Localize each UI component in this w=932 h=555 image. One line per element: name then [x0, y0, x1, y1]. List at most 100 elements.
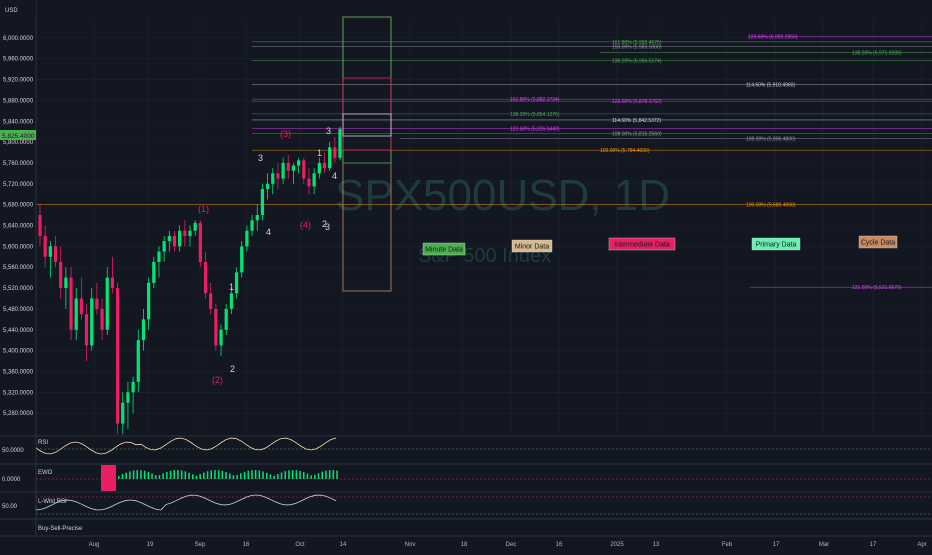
time-axis-label: 2025 [610, 542, 624, 548]
candle-body [260, 189, 265, 216]
rsi2-axis-value: 50.00 [2, 504, 18, 510]
candle-body [317, 162, 321, 174]
fib-label: 138.20% (5,854.1276) [510, 112, 560, 118]
ewo-bar [158, 475, 161, 479]
candle-body [286, 162, 290, 171]
price-axis-label: 5,480.0000 [3, 307, 34, 313]
ewo-bar [169, 470, 172, 479]
time-axis-label: 16 [556, 542, 563, 548]
price-axis-label: 5,840.0000 [3, 119, 34, 125]
ewo-bar [125, 472, 127, 479]
time-axis-label: 16 [243, 542, 250, 548]
time-axis-label: Dec [506, 542, 517, 548]
data-button-label: Minute Data [425, 247, 463, 254]
ewo-bar [236, 474, 238, 479]
price-axis-label: 5,320.0000 [3, 390, 34, 396]
wave-label: 4 [332, 171, 337, 181]
ewo-bar [314, 474, 316, 479]
candle-body [265, 183, 270, 190]
ewo-bar [221, 470, 224, 479]
candle-body [110, 277, 115, 289]
price-axis-label: 5,880.0000 [3, 98, 34, 104]
ewo-bar [188, 472, 190, 479]
price-axis-label: 5,640.0000 [3, 224, 34, 230]
ewo-bar [151, 473, 153, 479]
fib-label: 114.60% (5,842.5372) [612, 118, 661, 124]
price-axis-label: 5,800.0000 [3, 140, 34, 146]
chart-canvas[interactable]: SPX500USD, 1D S&P 500 Index 123.60% (6,0… [0, 0, 932, 550]
time-axis-label: 14 [340, 542, 347, 548]
candle-body [209, 293, 213, 309]
ewo-bar [162, 473, 164, 479]
data-button-primary-data[interactable]: Primary Data [751, 237, 801, 251]
ewo-bar [232, 475, 235, 479]
ewo-bar [155, 475, 157, 479]
projection-box-white [342, 113, 392, 137]
ewo-bar [166, 471, 168, 479]
candle-body [167, 235, 171, 242]
data-button-label: Intermediate Data [614, 242, 670, 249]
wave-label: 4 [266, 227, 271, 237]
fib-label: 114.60% (5,910.4960) [746, 83, 795, 89]
candle-body [131, 381, 135, 393]
ewo-bar [210, 470, 212, 479]
time-axis-label: 17 [870, 542, 877, 548]
price-axis-label: 5,600.0000 [3, 244, 34, 250]
candle-body [328, 147, 332, 169]
ewo-label: EWO [38, 470, 53, 476]
data-button-minor-data[interactable]: Minor Data [511, 239, 553, 253]
candle-body [224, 308, 228, 330]
fib-label: 100.00% (5,680.4000) [746, 202, 796, 208]
elliott-wave-labels: (1)(2)(3)(4)123412343 [198, 126, 337, 385]
time-axis[interactable]: Aug 19 Sep 16 Oct 14 Nov 18 Dec 16 2025 13 Feb 17 Mar 1… [0, 535, 932, 550]
ewo-bar [206, 471, 209, 479]
wave-label: 3 [325, 222, 330, 232]
price-axis-label: 5,280.0000 [3, 411, 34, 417]
ewo-bar [310, 475, 312, 479]
ewo-bar [336, 470, 338, 479]
price-axis-label: 5,440.0000 [3, 328, 34, 334]
data-button-minute-data[interactable]: Minute Data [422, 242, 466, 256]
candle-body [152, 261, 156, 283]
candle-body [172, 235, 177, 247]
candle-body [250, 220, 254, 231]
data-button-label: Cycle Data [861, 240, 895, 247]
fib-label: 138.20% (5,971.9289) [852, 50, 902, 56]
candle-body [338, 129, 342, 158]
ewo-bar [195, 475, 198, 479]
candle-body [147, 282, 151, 320]
candle-body [271, 173, 275, 184]
price-axis-label: 5,360.0000 [3, 369, 34, 375]
candle-body [193, 222, 197, 231]
ewo-bar [251, 470, 253, 479]
ewo-bar [258, 470, 261, 479]
candle-body [307, 178, 311, 187]
candle-body [141, 319, 146, 341]
ewo-bar [140, 470, 142, 479]
wave-label: 1 [229, 282, 234, 292]
ewo-bar [328, 470, 331, 479]
ewo-bar [262, 471, 264, 479]
candle-body [74, 298, 78, 330]
time-axis-label: Nov [405, 542, 416, 548]
wave-label: 3 [258, 153, 263, 163]
ewo-bar [240, 473, 242, 479]
ewo-bar [306, 473, 309, 479]
candle-body [302, 160, 306, 179]
rsi-label: RSI [38, 440, 48, 446]
candle-body [100, 308, 104, 330]
data-button-cycle-data[interactable]: Cycle Data [858, 235, 898, 249]
candle-body [126, 392, 130, 403]
price-axis-label: 5,560.0000 [3, 265, 34, 271]
currency-label: USD [5, 8, 18, 14]
price-axis-label: 5,720.0000 [3, 182, 34, 188]
projection-box-green [342, 16, 392, 164]
ewo-bar [247, 470, 249, 479]
candle-body [188, 230, 192, 236]
candle-body [105, 277, 109, 330]
indicator-panes: RSI 50.0000 EWO 0.0000 L-Wild RSI 50.00 Buy-Se… [0, 434, 932, 536]
trading-chart[interactable]: SPX500USD, 1D S&P 500 Index 123.60% (6,0… [0, 0, 932, 550]
price-axis-label: 5,520.0000 [3, 286, 34, 292]
candle-body [136, 340, 140, 382]
data-button-intermediate-data[interactable]: Intermediate Data [608, 237, 676, 251]
